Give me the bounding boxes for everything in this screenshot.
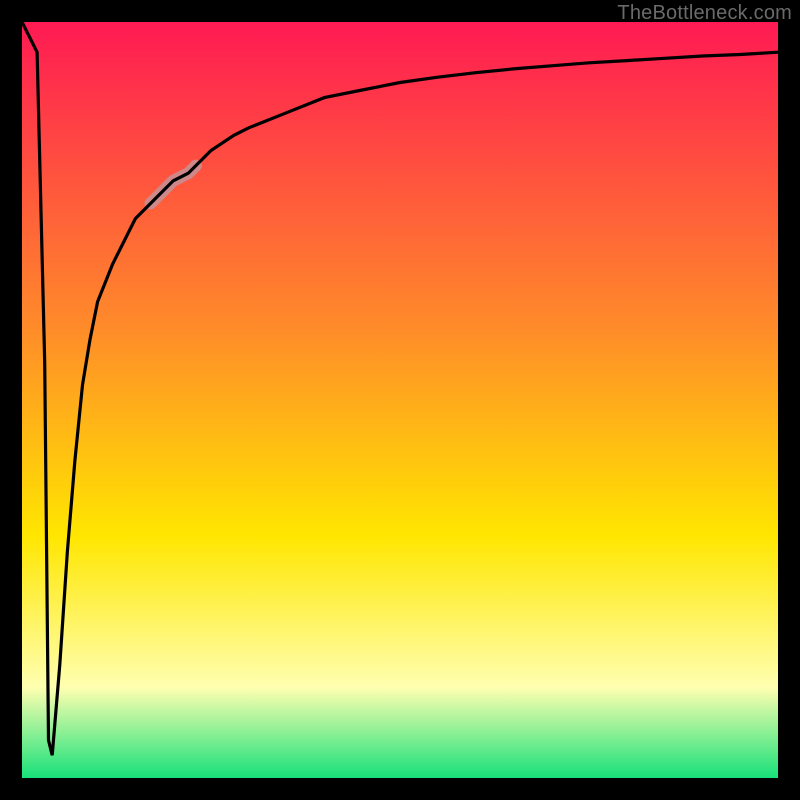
plot-area	[22, 22, 778, 778]
chart-svg	[22, 22, 778, 778]
gradient-background	[22, 22, 778, 778]
chart-container: TheBottleneck.com	[0, 0, 800, 800]
